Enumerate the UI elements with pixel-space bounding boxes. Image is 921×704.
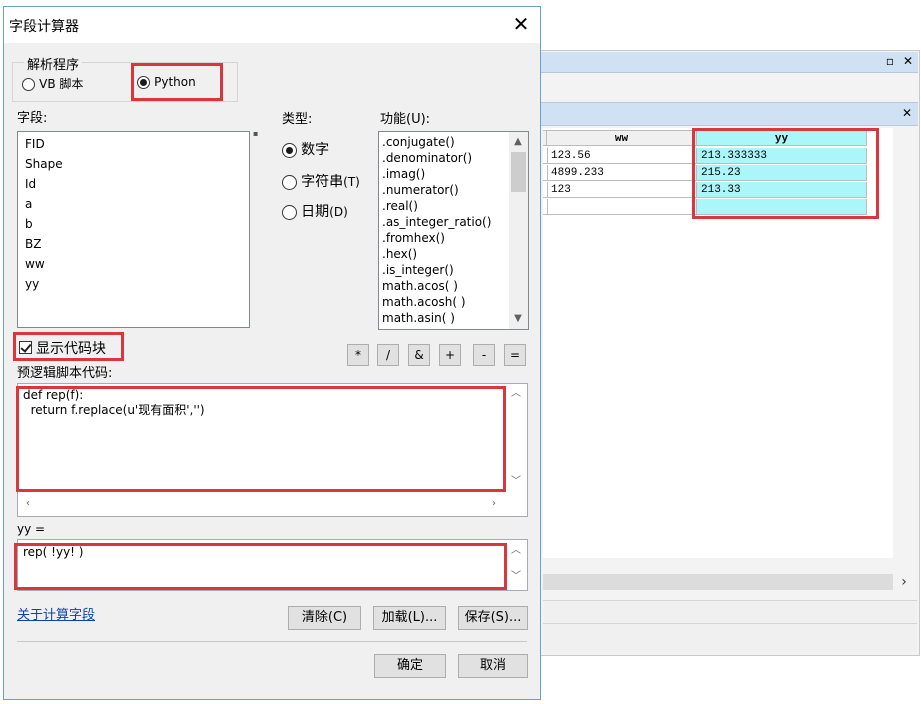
scroll-down-icon[interactable]: ﹀ (508, 569, 524, 585)
type-label: 类型: (282, 112, 313, 127)
radio-icon[interactable] (22, 78, 35, 91)
table-cell-ww[interactable]: 123.56 (547, 148, 697, 164)
clear-button[interactable]: 清除(C) (288, 606, 361, 630)
table-horizontal-scrollbar[interactable] (543, 574, 893, 590)
type-string-label: 字符串 (301, 174, 344, 190)
radio-icon[interactable] (282, 205, 297, 220)
scroll-left-icon[interactable]: ‹ (20, 496, 36, 512)
parser-vb-option[interactable]: VB 脚本 (22, 75, 83, 92)
highlight-yy-column (692, 128, 879, 219)
load-button[interactable]: 加载(L)... (373, 606, 446, 630)
scroll-thumb[interactable] (511, 152, 526, 192)
ok-button[interactable]: 确定 (374, 654, 446, 678)
table-window-titlebar[interactable] (540, 52, 918, 73)
function-item[interactable]: .hex() (379, 246, 507, 262)
close-icon[interactable]: ✕ (902, 55, 914, 67)
minus-button[interactable]: - (473, 344, 495, 366)
dialog-title: 字段计算器 (9, 19, 79, 35)
functions-list[interactable]: .conjugate() .denominator() .imag() .num… (378, 131, 529, 330)
type-date-option[interactable]: 日期(D) (282, 201, 348, 221)
radio-icon[interactable] (282, 175, 297, 190)
function-item[interactable]: .fromhex() (379, 230, 507, 246)
fields-label: 字段: (17, 111, 48, 126)
table-cell-ww[interactable]: 4899.233 (547, 165, 697, 181)
scroll-up-icon[interactable]: ▲ (510, 134, 526, 150)
radio-selected-icon[interactable] (282, 143, 297, 158)
column-header-ww[interactable]: ww (547, 130, 697, 146)
field-item[interactable]: Shape (18, 154, 249, 174)
scroll-right-icon[interactable]: › (896, 574, 912, 590)
function-item[interactable]: .denominator() (379, 150, 507, 166)
table-tab-strip (543, 624, 917, 652)
pre-logic-label: 预逻辑脚本代码: (17, 366, 113, 381)
field-item[interactable]: Id (18, 174, 249, 194)
table-cell-ww[interactable]: 123 (547, 182, 697, 198)
scroll-right-icon[interactable]: › (486, 496, 502, 512)
field-item[interactable]: ww (18, 254, 249, 274)
field-item[interactable]: BZ (18, 234, 249, 254)
sort-icon[interactable]: ▪ (253, 129, 258, 138)
save-button[interactable]: 保存(S)... (458, 606, 528, 630)
field-item[interactable]: b (18, 214, 249, 234)
highlight-pre-logic (16, 386, 506, 492)
field-item[interactable]: FID (18, 134, 249, 154)
scroll-down-icon[interactable]: ﹀ (508, 474, 524, 490)
scroll-up-icon[interactable]: ︿ (508, 543, 524, 559)
function-item[interactable]: .real() (379, 198, 507, 214)
divider (17, 641, 527, 642)
scroll-up-icon[interactable]: ︿ (508, 386, 524, 402)
parser-legend: 解析程序 (24, 54, 83, 73)
ampersand-button[interactable]: & (408, 344, 430, 366)
functions-label: 功能(U): (380, 112, 431, 127)
type-string-shortcut: (T) (343, 175, 360, 189)
function-item[interactable]: math.asin( ) (379, 310, 507, 326)
function-item[interactable]: .conjugate() (379, 134, 507, 150)
scroll-down-icon[interactable]: ▼ (510, 311, 526, 327)
expression-label: yy = (17, 522, 46, 536)
function-item[interactable]: .imag() (379, 166, 507, 182)
type-date-label: 日期 (301, 204, 330, 220)
type-number-option[interactable]: 数字 (282, 139, 329, 159)
type-date-shortcut: (D) (329, 205, 348, 219)
equals-button[interactable]: = (504, 344, 526, 366)
function-item[interactable]: .as_integer_ratio() (379, 214, 507, 230)
dialog-titlebar[interactable] (4, 7, 540, 43)
close-icon[interactable]: ✕ (510, 12, 532, 36)
highlight-python (131, 63, 223, 101)
restore-icon[interactable]: ▫ (884, 55, 896, 67)
function-item[interactable]: .numerator() (379, 182, 507, 198)
function-item[interactable]: .is_integer() (379, 262, 507, 278)
close-tab-icon[interactable]: ✕ (901, 107, 913, 119)
about-calculate-field-link[interactable]: 关于计算字段 (17, 604, 95, 623)
highlight-show-codeblock (13, 332, 124, 361)
field-item[interactable]: a (18, 194, 249, 214)
functions-scrollbar[interactable]: ▲ ▼ (509, 132, 528, 329)
type-string-option[interactable]: 字符串(T) (282, 171, 360, 191)
plus-button[interactable]: + (439, 344, 461, 366)
table-cell-ww[interactable] (547, 199, 697, 215)
table-status-bar (543, 600, 917, 624)
cancel-button[interactable]: 取消 (458, 654, 528, 678)
field-item[interactable]: yy (18, 274, 249, 294)
function-item[interactable]: math.acosh( ) (379, 294, 507, 310)
divide-button[interactable]: / (377, 344, 399, 366)
function-item[interactable]: math.acos( ) (379, 278, 507, 294)
parser-vb-label: VB 脚本 (39, 77, 84, 91)
highlight-expression (14, 543, 507, 590)
type-number-label: 数字 (301, 142, 330, 158)
table-tab-bar[interactable] (540, 102, 918, 126)
fields-list[interactable]: FID Shape Id a b BZ ww yy (17, 131, 250, 328)
multiply-button[interactable]: * (347, 344, 369, 366)
